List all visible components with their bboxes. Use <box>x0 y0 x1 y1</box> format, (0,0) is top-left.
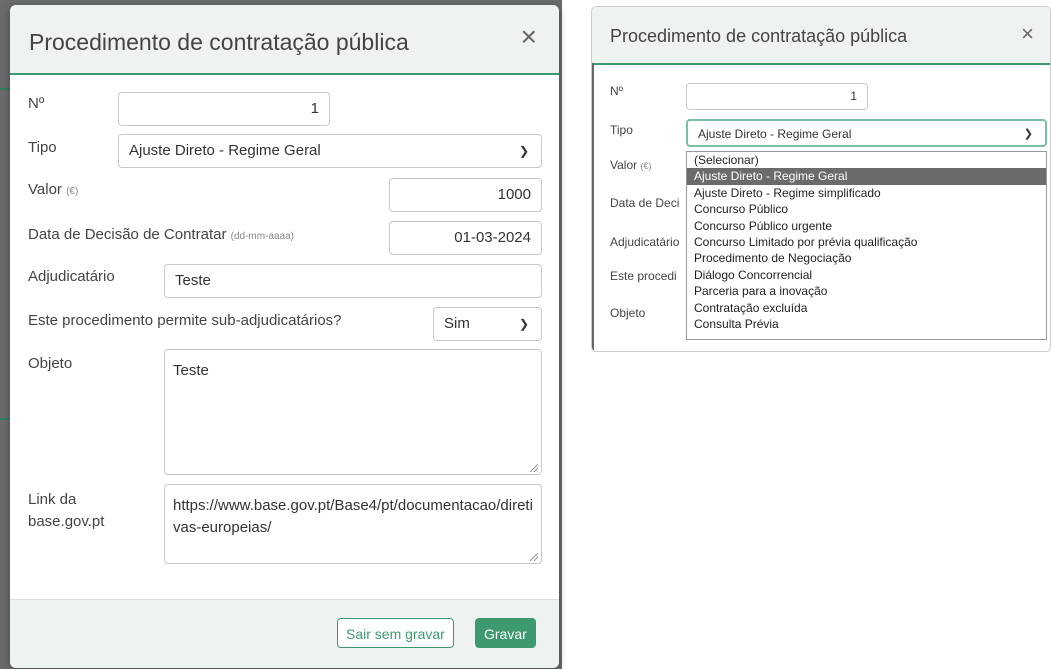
dropdown-option[interactable]: Ajuste Direto - Regime simplificado <box>687 185 1046 201</box>
link-value: https://www.base.gov.pt/Base4/pt/documen… <box>173 497 533 536</box>
modal-title: Procedimento de contratação pública <box>610 26 908 46</box>
tipo-label: Tipo <box>28 139 57 156</box>
close-icon[interactable]: × <box>1021 23 1034 45</box>
chevron-down-icon: ❯ <box>518 144 529 158</box>
dropdown-option-selected[interactable]: Ajuste Direto - Regime Geral <box>687 168 1046 185</box>
adjudicatario-label: Adjudicatário <box>610 235 680 249</box>
adjudicatario-label: Adjudicatário <box>28 268 115 285</box>
modal-title: Procedimento de contratação pública <box>29 29 409 55</box>
dropdown-option[interactable]: Contratação excluída <box>687 300 1046 316</box>
valor-unit: (€) <box>66 186 79 197</box>
tipo-dropdown-list[interactable]: (Selecionar) Ajuste Direto - Regime Gera… <box>686 151 1047 340</box>
dropdown-option[interactable]: Concurso Público <box>687 201 1046 217</box>
backdrop-accent-line <box>0 88 10 90</box>
valor-unit: (€) <box>640 161 652 171</box>
tipo-select[interactable]: Ajuste Direto - Regime Geral ❯ <box>118 134 542 168</box>
objeto-value: Teste <box>173 362 209 379</box>
chevron-down-icon: ❯ <box>1023 128 1033 140</box>
dropdown-option[interactable]: Diálogo Concorrencial <box>687 267 1046 283</box>
dropdown-option[interactable]: Procedimento de Negociação <box>687 250 1046 266</box>
objeto-label: Objeto <box>28 355 73 372</box>
tipo-label: Tipo <box>610 123 633 137</box>
tipo-select-open[interactable]: Ajuste Direto - Regime Geral ❯ <box>686 119 1047 147</box>
data-input[interactable]: 01-03-2024 <box>389 221 542 255</box>
adjudicatario-input[interactable]: Teste <box>164 264 542 298</box>
backdrop-accent-line <box>0 418 10 420</box>
cancel-button[interactable]: Sair sem gravar <box>337 618 454 648</box>
left-edge-bar <box>592 63 594 351</box>
save-button[interactable]: Gravar <box>475 618 536 648</box>
tipo-select-value: Ajuste Direto - Regime Geral <box>698 127 852 141</box>
valor-label: Valor (€) <box>28 181 78 198</box>
link-textarea[interactable]: https://www.base.gov.pt/Base4/pt/documen… <box>164 484 542 564</box>
tipo-select-value: Ajuste Direto - Regime Geral <box>129 142 321 159</box>
chevron-down-icon: ❯ <box>518 317 529 331</box>
dropdown-option[interactable]: Concurso Limitado por prévia qualificaçã… <box>687 234 1046 250</box>
numero-label: Nº <box>28 95 45 112</box>
sub-adjudicatarios-select[interactable]: Sim ❯ <box>433 307 542 341</box>
objeto-label: Objeto <box>610 306 646 320</box>
link-label: Link da base.gov.pt <box>28 491 105 530</box>
close-icon[interactable]: × <box>521 23 537 51</box>
valor-label-text: Valor <box>610 158 638 172</box>
data-label: Data de Decisão de Contratar (dd-mm-aaaa… <box>28 226 294 243</box>
este-label-partial: Este procedi <box>610 269 677 283</box>
procedure-modal: Procedimento de contratação pública × Nº… <box>10 5 559 668</box>
modal-header: Procedimento de contratação pública × <box>10 5 559 75</box>
dropdown-option[interactable]: Consulta Prévia <box>687 316 1046 332</box>
resize-grip-icon[interactable] <box>530 464 538 472</box>
numero-label: Nº <box>610 84 624 98</box>
dropdown-option[interactable]: Concurso Público urgente <box>687 218 1046 234</box>
resize-grip-icon[interactable] <box>530 553 538 561</box>
valor-label-text: Valor <box>28 181 62 198</box>
sub-select-value: Sim <box>444 315 470 332</box>
dropdown-option[interactable]: Parceria para a inovação <box>687 283 1046 299</box>
numero-input[interactable]: 1 <box>118 92 330 126</box>
valor-input[interactable]: 1000 <box>389 178 542 212</box>
modal-header: Procedimento de contratação pública × <box>592 7 1050 65</box>
data-label-partial: Data de Deci <box>610 196 680 210</box>
numero-input[interactable]: 1 <box>686 83 868 110</box>
sub-adjudicatarios-label: Este procedimento permite sub-adjudicatá… <box>28 312 342 329</box>
modal-footer: Sair sem gravar Gravar <box>10 599 559 668</box>
data-hint: (dd-mm-aaaa) <box>230 231 294 242</box>
valor-label: Valor (€) <box>610 158 651 172</box>
dropdown-option[interactable]: (Selecionar) <box>687 152 1046 168</box>
objeto-textarea[interactable]: Teste <box>164 349 542 475</box>
data-label-text: Data de Decisão de Contratar <box>28 226 227 243</box>
